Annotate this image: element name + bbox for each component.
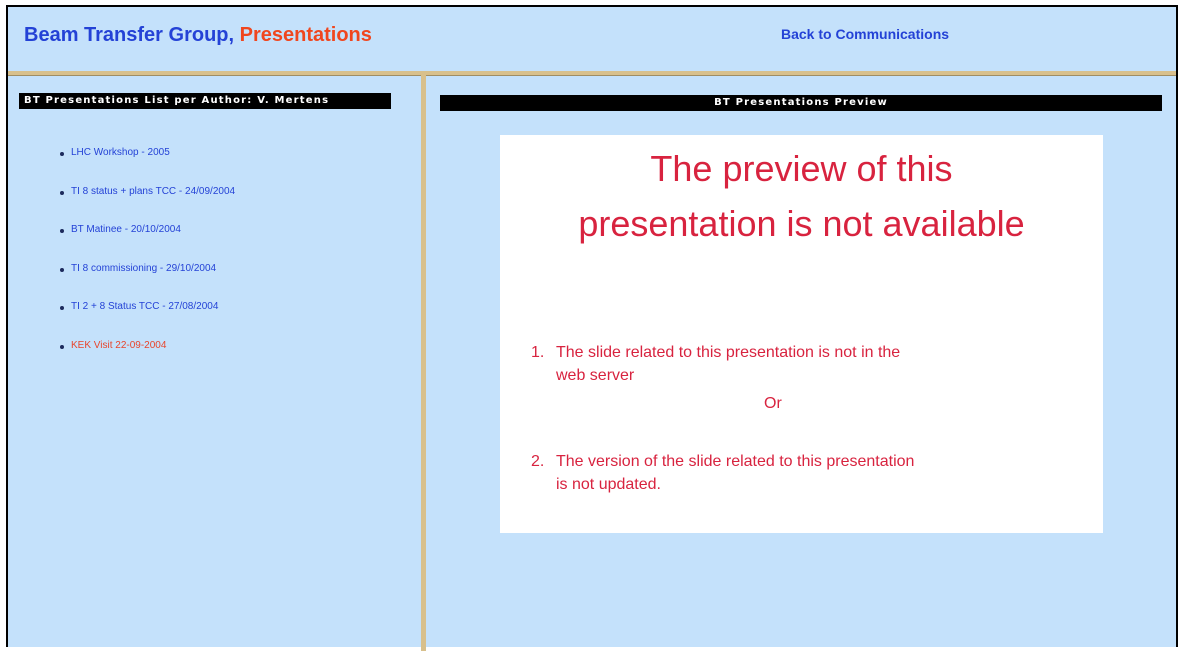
reason-text: The slide related to this presentation i… [556, 344, 901, 361]
list-item: LHC Workshop - 2005 [60, 147, 235, 186]
presentation-link[interactable]: TI 8 commissioning - 29/10/2004 [71, 263, 216, 274]
presentation-link[interactable]: KEK Visit 22-09-2004 [71, 340, 166, 351]
list-item: TI 8 status + plans TCC - 24/09/2004 [60, 186, 235, 225]
reason-text: web server [556, 367, 635, 384]
page-title-accent: Presentations [239, 24, 372, 46]
reason-one: 1. The slide related to this presentation… [531, 341, 1051, 387]
preview-unavailable-title: The preview of this presentation is not … [500, 141, 1103, 251]
reason-text: The version of the slide related to this… [556, 453, 915, 470]
preview-panel: BT Presentations Preview The preview of … [426, 75, 1176, 649]
or-separator: Or [764, 395, 782, 412]
preview-title-line: The preview of this [650, 148, 953, 189]
presentations-list-heading: BT Presentations List per Author: V. Mer… [19, 93, 391, 109]
reason-number: 1. [531, 344, 545, 361]
presentation-link[interactable]: TI 2 + 8 Status TCC - 27/08/2004 [71, 301, 218, 312]
list-item: BT Matinee - 20/10/2004 [60, 224, 235, 263]
list-item: TI 2 + 8 Status TCC - 27/08/2004 [60, 301, 235, 340]
page-title: Beam Transfer Group, Presentations [24, 24, 372, 47]
presentation-link[interactable]: LHC Workshop - 2005 [71, 147, 170, 158]
reason-number: 2. [531, 453, 545, 470]
back-to-communications-link[interactable]: Back to Communications [781, 26, 949, 42]
reason-two: 2. The version of the slide related to th… [531, 450, 1071, 496]
reason-text: is not updated. [556, 476, 661, 493]
presentations-list: LHC Workshop - 2005 TI 8 status + plans … [60, 147, 235, 378]
presentations-list-panel: BT Presentations List per Author: V. Mer… [8, 75, 421, 649]
header: Beam Transfer Group, Presentations Back … [8, 7, 1176, 71]
preview-heading: BT Presentations Preview [440, 95, 1162, 111]
preview-slide: The preview of this presentation is not … [500, 135, 1103, 533]
preview-title-line: presentation is not available [578, 203, 1025, 244]
page-title-main: Beam Transfer Group, [24, 24, 235, 46]
presentation-link[interactable]: BT Matinee - 20/10/2004 [71, 224, 181, 235]
list-item: KEK Visit 22-09-2004 [60, 340, 235, 379]
presentation-link[interactable]: TI 8 status + plans TCC - 24/09/2004 [71, 186, 235, 197]
page-frame: Beam Transfer Group, Presentations Back … [6, 5, 1178, 651]
list-item: TI 8 commissioning - 29/10/2004 [60, 263, 235, 302]
